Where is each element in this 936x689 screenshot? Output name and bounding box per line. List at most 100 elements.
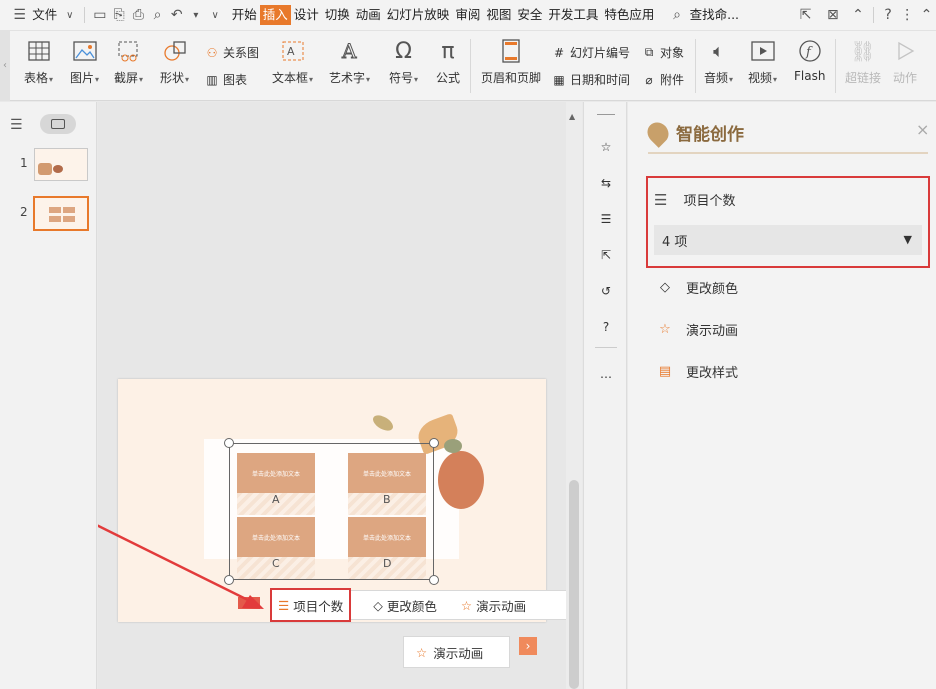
screenshot-button[interactable]: 截屏▾ bbox=[114, 37, 143, 86]
tab-slideshow[interactable]: 幻灯片放映 bbox=[384, 5, 453, 25]
datetime-button[interactable]: ▦ 日期和时间 bbox=[551, 71, 630, 88]
audio-button[interactable]: 🔈︎ 音频▾ bbox=[704, 37, 733, 86]
link-icon: ⛓︎ bbox=[850, 39, 876, 63]
more-icon[interactable]: ⋯ bbox=[595, 366, 617, 388]
sliders-icon[interactable]: ☰ bbox=[595, 208, 617, 230]
tab-developer[interactable]: 开发工具 bbox=[545, 5, 601, 25]
share-icon[interactable]: ⇱ bbox=[796, 5, 815, 25]
divider bbox=[835, 39, 836, 93]
annotation-arrow bbox=[98, 524, 264, 609]
slide-number-button[interactable]: # 幻灯片编号 bbox=[551, 44, 630, 61]
history-icon[interactable]: ↺ bbox=[595, 280, 617, 302]
star-icon: ☆ bbox=[659, 321, 671, 337]
picture-button[interactable]: 图片▾ bbox=[70, 37, 99, 86]
swap-icon[interactable]: ⇆ bbox=[595, 172, 617, 194]
flash-button[interactable]: f Flash bbox=[794, 37, 825, 83]
star-icon[interactable]: ☆ bbox=[595, 136, 617, 158]
slide-view-toggle[interactable] bbox=[40, 114, 76, 134]
textbox-icon: A bbox=[279, 37, 307, 65]
relation-button[interactable]: ⚇ 关系图 bbox=[204, 44, 259, 61]
help-icon[interactable]: ? bbox=[879, 5, 898, 25]
wordart-button[interactable]: A 艺术字▾ bbox=[329, 37, 370, 86]
shape-button[interactable]: 形状▾ bbox=[160, 37, 189, 86]
hash-icon: # bbox=[553, 45, 565, 60]
textbox-button[interactable]: A 文本框▾ bbox=[272, 37, 313, 86]
textbox-label: 文本框 bbox=[272, 71, 309, 85]
attachment-button[interactable]: ⌀ 附件 bbox=[641, 71, 684, 88]
table-label: 表格 bbox=[24, 71, 49, 85]
menu-icon[interactable]: ☰ bbox=[10, 5, 29, 25]
svg-text:A: A bbox=[287, 45, 295, 58]
tab-animation[interactable]: 动画 bbox=[353, 5, 384, 25]
slide-canvas: 单击此处添加文本 A 单击此处添加文本 B 单击此处添加文本 C 单击此处添加文… bbox=[98, 102, 570, 689]
hyperlink-button[interactable]: ⛓︎ 超链接 bbox=[845, 37, 881, 86]
audio-label: 音频 bbox=[704, 71, 729, 85]
demo-animation-panel-label: 演示动画 bbox=[686, 323, 739, 339]
file-menu[interactable]: 文件 bbox=[29, 5, 60, 25]
video-label: 视频 bbox=[748, 71, 773, 85]
search-icon[interactable]: ⌕ bbox=[667, 5, 686, 25]
export-icon[interactable]: ⎘ bbox=[110, 5, 129, 25]
expand-icon[interactable]: ⌃ bbox=[917, 5, 936, 25]
slide-thumbnails-pane: ☰ 1 2 bbox=[0, 102, 97, 689]
table-button[interactable]: 表格▾ bbox=[24, 37, 53, 86]
datetime-label: 日期和时间 bbox=[570, 73, 631, 87]
object-label: 对象 bbox=[660, 46, 685, 60]
outline-view-icon[interactable]: ☰ bbox=[10, 117, 23, 133]
redo-icon[interactable]: ▾ bbox=[186, 5, 205, 25]
undo-icon[interactable]: ↶ bbox=[167, 5, 186, 25]
preview-icon[interactable]: ⌕ bbox=[148, 5, 167, 25]
demo-animation-row[interactable]: ☆ 演示动画 bbox=[654, 318, 738, 340]
divider bbox=[872, 7, 874, 23]
comment-icon[interactable]: ⊠ bbox=[823, 5, 842, 25]
change-style-row[interactable]: ▤ 更改样式 bbox=[654, 360, 738, 382]
scroll-up-icon[interactable]: ▲ bbox=[569, 112, 575, 121]
slide-thumbnail-2[interactable] bbox=[33, 196, 89, 231]
symbol-button[interactable]: Ω 符号▾ bbox=[389, 37, 418, 86]
chart-button[interactable]: ▥ 图表 bbox=[204, 71, 247, 88]
search-command[interactable]: 查找命... bbox=[687, 5, 742, 25]
video-button[interactable]: 视频▾ bbox=[748, 37, 777, 86]
collapse-icon[interactable]: ⌃ bbox=[848, 5, 867, 25]
play-icon bbox=[891, 37, 919, 65]
item-count-select[interactable]: 4 项 ▼ bbox=[654, 225, 922, 255]
customize-icon[interactable]: ∨ bbox=[206, 5, 225, 25]
tab-view[interactable]: 视图 bbox=[483, 5, 514, 25]
screenshot-label: 截屏 bbox=[114, 71, 139, 85]
help-icon[interactable]: ? bbox=[595, 316, 617, 338]
save-icon[interactable]: ▭ bbox=[90, 5, 109, 25]
dropdown-arrow-icon: ▼ bbox=[903, 233, 912, 246]
svg-text:f: f bbox=[805, 45, 813, 60]
ribbon-scroll-left[interactable]: ‹ bbox=[0, 31, 10, 101]
relation-label: 关系图 bbox=[223, 46, 260, 60]
scrollbar-thumb[interactable] bbox=[569, 480, 579, 689]
print-icon[interactable]: ⎙ bbox=[129, 5, 148, 25]
close-icon[interactable]: × bbox=[916, 120, 929, 139]
slide-number: 2 bbox=[20, 205, 28, 219]
object-button[interactable]: ⧉ 对象 bbox=[641, 44, 684, 61]
tab-transition[interactable]: 切换 bbox=[322, 5, 353, 25]
calendar-icon: ▦ bbox=[553, 72, 565, 87]
attachment-label: 附件 bbox=[660, 73, 685, 87]
tab-start[interactable]: 开始 bbox=[229, 5, 260, 25]
header-footer-button[interactable]: 页眉和页脚 bbox=[481, 37, 541, 86]
header-footer-label: 页眉和页脚 bbox=[481, 71, 542, 85]
style-icon: ▤ bbox=[658, 363, 672, 379]
action-button[interactable]: 动作 bbox=[891, 37, 919, 86]
tab-security[interactable]: 安全 bbox=[514, 5, 545, 25]
video-icon bbox=[749, 37, 777, 65]
more-icon[interactable]: ⋮ bbox=[898, 5, 917, 25]
wordart-icon: A bbox=[336, 37, 364, 65]
tab-review[interactable]: 审阅 bbox=[452, 5, 483, 25]
tab-design[interactable]: 设计 bbox=[291, 5, 322, 25]
table-icon bbox=[25, 37, 53, 65]
share-icon[interactable]: ⇱ bbox=[595, 244, 617, 266]
divider bbox=[84, 7, 86, 23]
shape-label: 形状 bbox=[160, 71, 185, 85]
chevron-down-icon[interactable]: ∨ bbox=[60, 5, 79, 25]
tab-features[interactable]: 特色应用 bbox=[601, 5, 657, 25]
change-color-row[interactable]: ◇ 更改颜色 bbox=[654, 276, 738, 298]
tab-insert[interactable]: 插入 bbox=[259, 5, 291, 25]
formula-button[interactable]: π 公式 bbox=[434, 37, 462, 86]
slide-thumbnail-1[interactable] bbox=[34, 148, 88, 181]
